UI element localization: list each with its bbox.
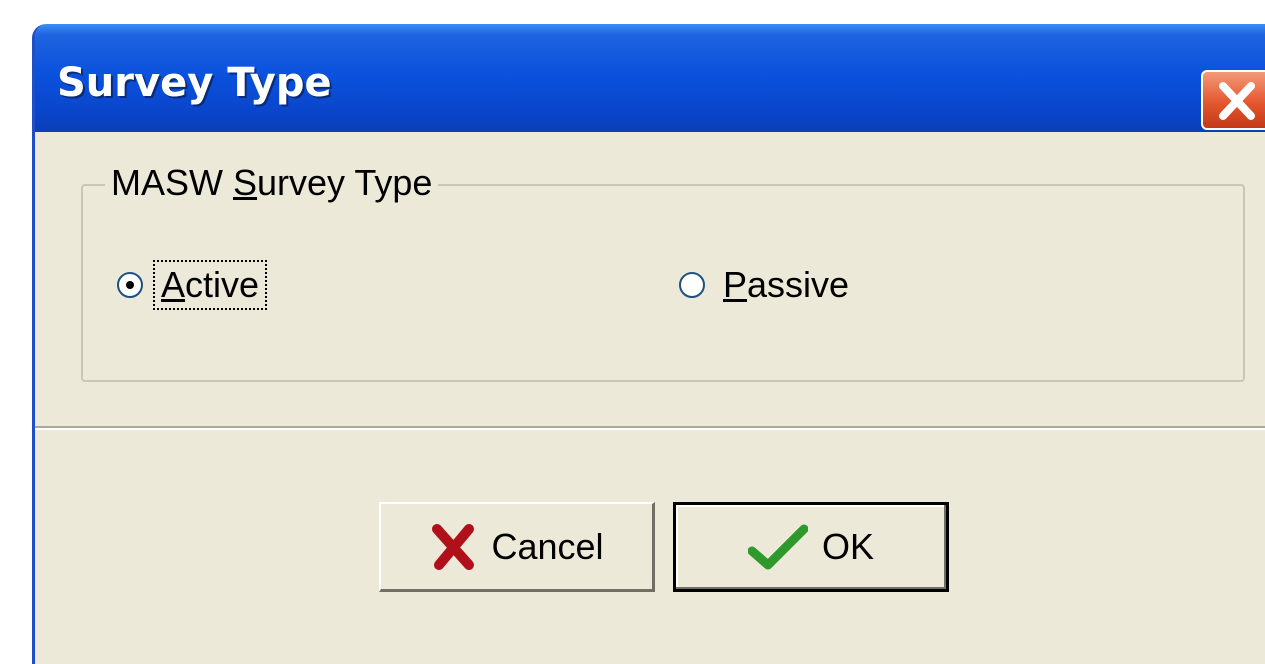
group-legend: MASW Survey Type — [105, 162, 439, 204]
survey-type-dialog: Survey Type MASW Survey Type Active Pass… — [32, 24, 1265, 664]
radio-passive-circle[interactable] — [679, 272, 705, 298]
cancel-button[interactable]: Cancel — [379, 502, 655, 592]
ok-label: OK — [821, 526, 874, 567]
title-bar[interactable]: Survey Type — [35, 24, 1265, 132]
radio-active-label[interactable]: Active — [152, 260, 268, 310]
radio-passive-label[interactable]: Passive — [717, 262, 855, 308]
radio-active[interactable]: Active — [117, 260, 268, 310]
window-title: Survey Type — [57, 60, 332, 106]
green-check-icon — [747, 524, 808, 570]
legend-accelerator: S — [233, 162, 258, 203]
red-x-icon — [432, 523, 475, 570]
radio-passive[interactable]: Passive — [679, 262, 855, 308]
legend-suffix: urvey Type — [257, 162, 433, 203]
radio-active-circle[interactable] — [117, 272, 143, 298]
masw-survey-type-group: MASW Survey Type Active Passive — [81, 162, 1245, 382]
close-button[interactable] — [1201, 70, 1265, 130]
ok-button[interactable]: OK — [673, 502, 949, 592]
close-icon — [1219, 82, 1255, 120]
legend-prefix: MASW — [111, 162, 233, 203]
separator — [35, 426, 1265, 430]
cancel-label: Cancel — [491, 525, 604, 567]
